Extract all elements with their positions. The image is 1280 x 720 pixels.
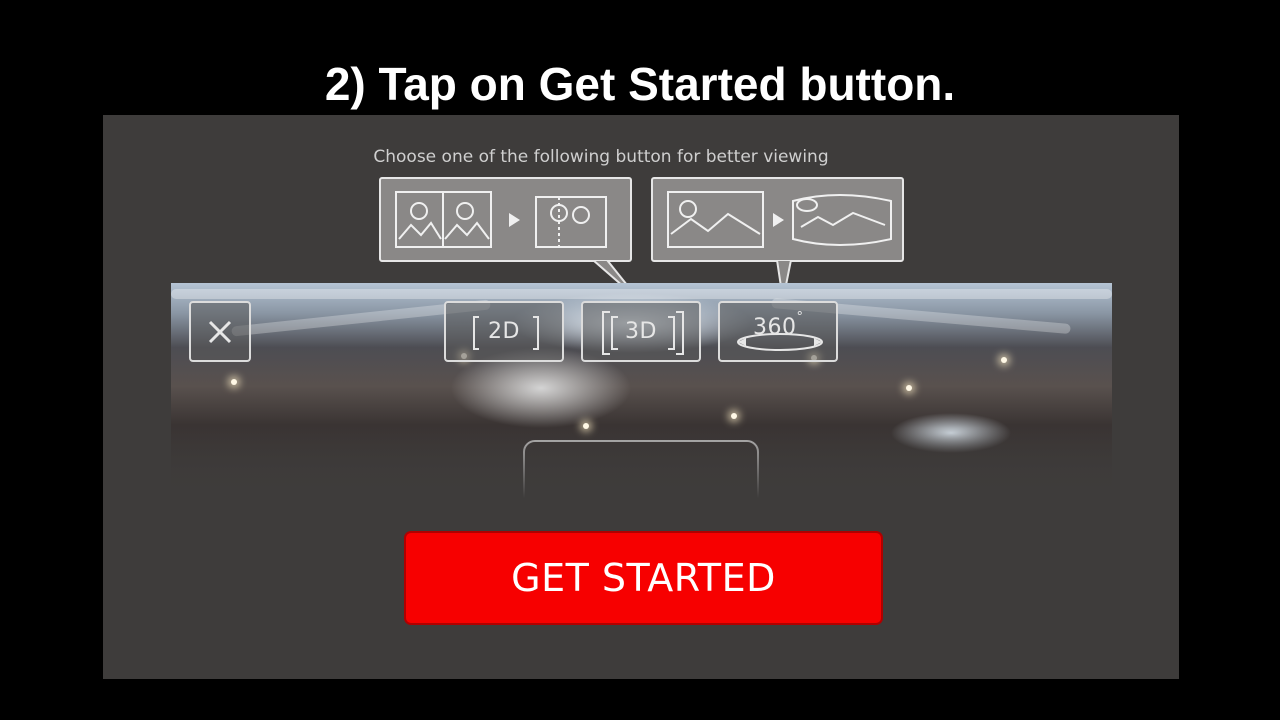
instruction-text: Choose one of the following button for b…	[373, 147, 829, 167]
tip-2d-to-3d	[379, 177, 632, 262]
mode-360-label: 360	[753, 315, 797, 340]
mode-360-button[interactable]: 360 °	[718, 301, 838, 362]
2d-to-3d-illustration-icon	[395, 191, 607, 248]
mode-3d-button[interactable]: 3D	[581, 301, 701, 362]
3d-frame-icon	[602, 311, 684, 355]
app-screen: Choose one of the following button for b…	[103, 115, 1179, 679]
slide-title: 2) Tap on Get Started button.	[324, 58, 956, 110]
degree-symbol: °	[796, 310, 804, 325]
close-button[interactable]	[189, 301, 251, 362]
2d-frame-icon	[473, 316, 539, 350]
flat-to-360-illustration-icon	[667, 191, 892, 248]
get-started-button[interactable]: GET STARTED	[404, 531, 883, 625]
tip-flat-to-360	[651, 177, 904, 262]
close-icon	[208, 320, 232, 343]
mode-2d-button[interactable]: 2D	[444, 301, 564, 362]
